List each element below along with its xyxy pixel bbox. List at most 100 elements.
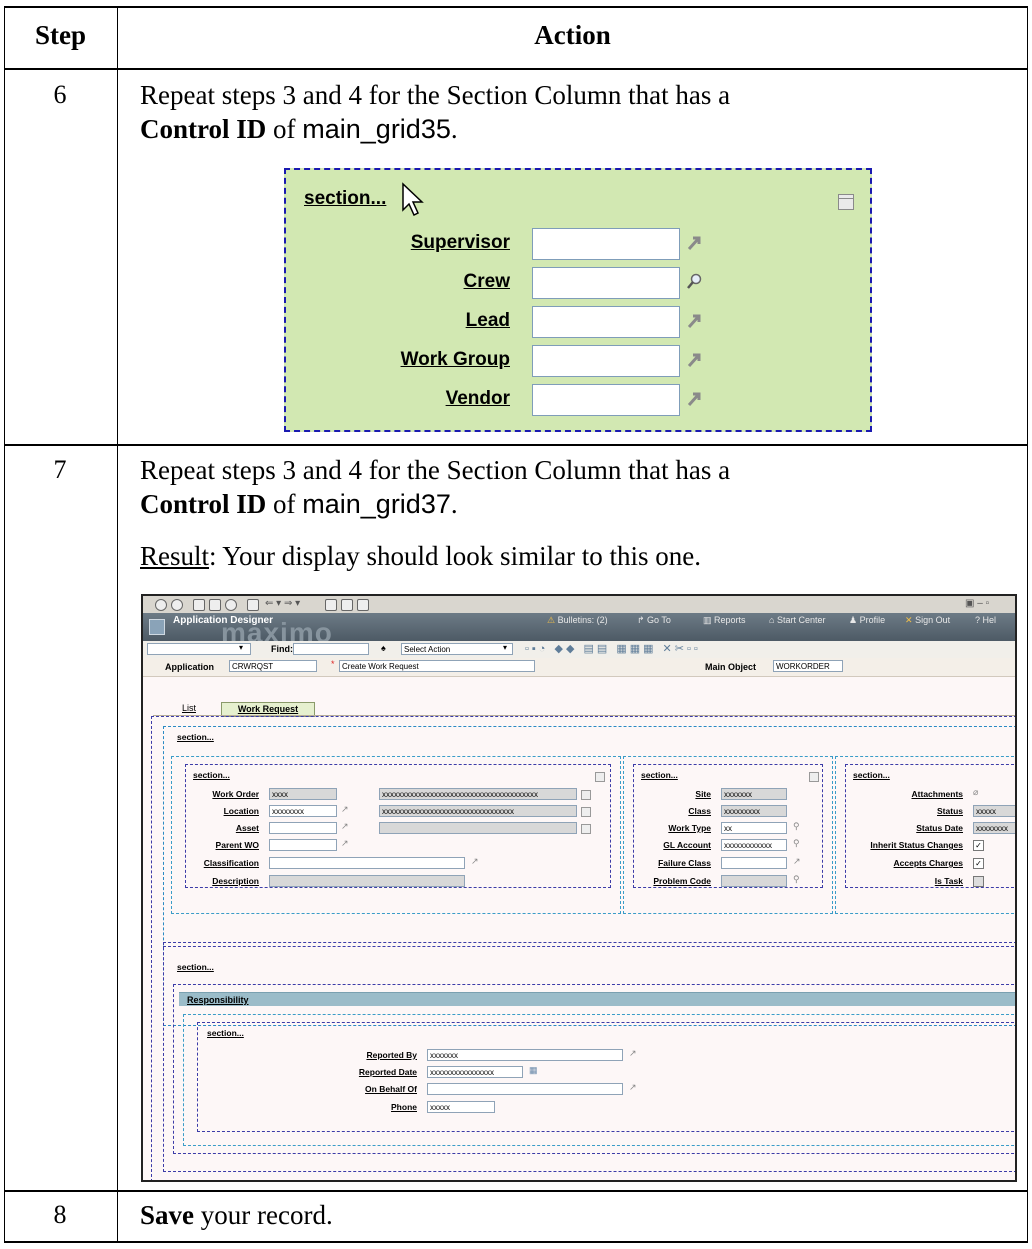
tab-list[interactable]: List xyxy=(167,702,211,715)
dropdown-arrow-icon[interactable]: ▾ xyxy=(239,643,243,652)
bulletins-link[interactable]: ⚠ Bulletins: (2) xyxy=(547,615,608,626)
start-center-link[interactable]: ⌂ Start Center xyxy=(769,615,825,625)
field-label[interactable]: Phone xyxy=(323,1102,417,1112)
field-label[interactable]: Description xyxy=(183,876,259,886)
field-label[interactable]: Is Task xyxy=(843,876,963,886)
reported-by-input[interactable]: xxxxxxx xyxy=(427,1049,623,1061)
arrow-icon[interactable]: ↗ xyxy=(629,1082,637,1093)
app-description-input[interactable]: Create Work Request xyxy=(339,660,535,672)
on-behalf-of-input[interactable] xyxy=(427,1083,623,1095)
section-menu-icon[interactable] xyxy=(838,194,854,210)
work-order-input[interactable]: xxxx xyxy=(269,788,337,800)
vendor-input[interactable] xyxy=(532,384,680,416)
arrow-icon[interactable]: ↗ xyxy=(629,1048,637,1059)
toolbar-icons[interactable]: ▫▪◔ ◆◆ ▤▤ ▦▦▦ ✕✂▫▫ xyxy=(525,642,701,655)
status-date-input[interactable]: xxxxxxxx xyxy=(973,822,1015,834)
field-label[interactable]: Work Order xyxy=(183,789,259,799)
back-forward-icon[interactable]: ⇐ ▾ ⇒ ▾ xyxy=(265,598,300,609)
field-label[interactable]: Parent WO xyxy=(183,840,259,850)
field-label[interactable]: Work Group xyxy=(401,349,510,371)
supervisor-input[interactable] xyxy=(532,228,680,260)
query-select[interactable] xyxy=(147,643,251,655)
field-label[interactable]: Class xyxy=(633,806,711,816)
magnifier-icon[interactable]: ⚲ xyxy=(793,838,800,849)
field-label[interactable]: Status Date xyxy=(843,823,963,833)
section-link[interactable]: section... xyxy=(207,1028,244,1038)
field-label[interactable]: Asset xyxy=(183,823,259,833)
section-link[interactable]: section... xyxy=(177,962,214,972)
home-icon[interactable] xyxy=(193,599,205,611)
section-link[interactable]: section... xyxy=(304,188,386,210)
arrow-icon[interactable]: ↗ xyxy=(793,856,801,867)
refresh-icon[interactable] xyxy=(171,599,183,611)
print-icon[interactable] xyxy=(325,599,337,611)
favorites-icon[interactable] xyxy=(209,599,221,611)
profile-link[interactable]: ♟ Profile xyxy=(849,615,885,626)
responsibility-header[interactable]: Responsibility xyxy=(179,992,1015,1006)
section-link[interactable]: section... xyxy=(193,770,230,780)
edit-icon[interactable] xyxy=(341,599,353,611)
section-menu-icon[interactable] xyxy=(595,772,605,782)
magnifier-icon[interactable] xyxy=(686,273,702,291)
lead-input[interactable] xyxy=(532,306,680,338)
section-link[interactable]: section... xyxy=(853,770,890,780)
sign-out-link[interactable]: ✕ Sign Out xyxy=(905,615,950,626)
field-label[interactable]: Vendor xyxy=(446,388,510,410)
field-label[interactable]: Reported Date xyxy=(323,1067,417,1077)
classification-input[interactable] xyxy=(269,857,465,869)
discuss-icon[interactable] xyxy=(357,599,369,611)
application-input[interactable]: CRWRQST xyxy=(229,660,317,672)
stop-icon[interactable] xyxy=(155,599,167,611)
parent-wo-input[interactable] xyxy=(269,839,337,851)
arrow-icon[interactable] xyxy=(686,351,702,369)
field-label[interactable]: Lead xyxy=(466,310,510,332)
section-link[interactable]: section... xyxy=(177,732,214,742)
description-input[interactable] xyxy=(269,875,465,887)
long-description-icon[interactable] xyxy=(581,790,591,800)
select-action-dropdown[interactable]: Select Action xyxy=(401,643,513,655)
calendar-icon[interactable]: ▦ xyxy=(529,1065,538,1076)
location-input[interactable]: xxxxxxxx xyxy=(269,805,337,817)
field-label[interactable]: Crew xyxy=(464,271,510,293)
field-label[interactable]: On Behalf Of xyxy=(323,1084,417,1094)
section-menu-icon[interactable] xyxy=(809,772,819,782)
field-label[interactable]: Status xyxy=(843,806,963,816)
is-task-checkbox[interactable] xyxy=(973,876,984,887)
field-label[interactable]: Attachments xyxy=(843,789,963,799)
find-input[interactable] xyxy=(293,643,369,655)
dropdown-arrow-icon[interactable]: ▾ xyxy=(503,643,507,652)
asset-input[interactable] xyxy=(269,822,337,834)
field-label[interactable]: Accepts Charges xyxy=(843,858,963,868)
long-description-icon[interactable] xyxy=(581,824,591,834)
work-order-desc-input[interactable]: xxxxxxxxxxxxxxxxxxxxxxxxxxxxxxxxxxxxxxx xyxy=(379,788,577,800)
reported-date-input[interactable]: xxxxxxxxxxxxxxxx xyxy=(427,1066,523,1078)
window-controls-icon[interactable]: ▣ – ▫ xyxy=(965,598,989,609)
inherit-status-checkbox[interactable]: ✓ xyxy=(973,840,984,851)
main-object-input[interactable]: WORKORDER xyxy=(773,660,843,672)
arrow-icon[interactable]: ↗ xyxy=(471,856,479,867)
arrow-icon[interactable] xyxy=(686,312,702,330)
status-input[interactable]: xxxxx xyxy=(973,805,1015,817)
binoculars-icon[interactable]: ♠ xyxy=(381,643,386,653)
field-label[interactable]: Reported By xyxy=(323,1050,417,1060)
phone-input[interactable]: xxxxx xyxy=(427,1101,495,1113)
location-desc-input[interactable]: xxxxxxxxxxxxxxxxxxxxxxxxxxxxxxxxx xyxy=(379,805,577,817)
accepts-charges-checkbox[interactable]: ✓ xyxy=(973,858,984,869)
field-label[interactable]: Problem Code xyxy=(633,876,711,886)
magnifier-icon[interactable]: ⚲ xyxy=(793,874,800,885)
paperclip-icon[interactable]: ⌀ xyxy=(973,787,978,798)
field-label[interactable]: Work Type xyxy=(633,823,711,833)
field-label[interactable]: GL Account xyxy=(633,840,711,850)
magnifier-icon[interactable]: ⚲ xyxy=(793,821,800,832)
field-label[interactable]: Site xyxy=(633,789,711,799)
asset-desc-input[interactable] xyxy=(379,822,577,834)
goto-link[interactable]: ↱ Go To xyxy=(637,615,671,626)
history-icon[interactable] xyxy=(225,599,237,611)
site-input[interactable]: xxxxxxx xyxy=(721,788,787,800)
long-description-icon[interactable] xyxy=(581,807,591,817)
field-label[interactable]: Supervisor xyxy=(411,232,510,254)
failure-class-input[interactable] xyxy=(721,857,787,869)
field-label[interactable]: Location xyxy=(183,806,259,816)
gl-account-input[interactable]: xxxxxxxxxxxx xyxy=(721,839,787,851)
arrow-icon[interactable] xyxy=(686,234,702,252)
